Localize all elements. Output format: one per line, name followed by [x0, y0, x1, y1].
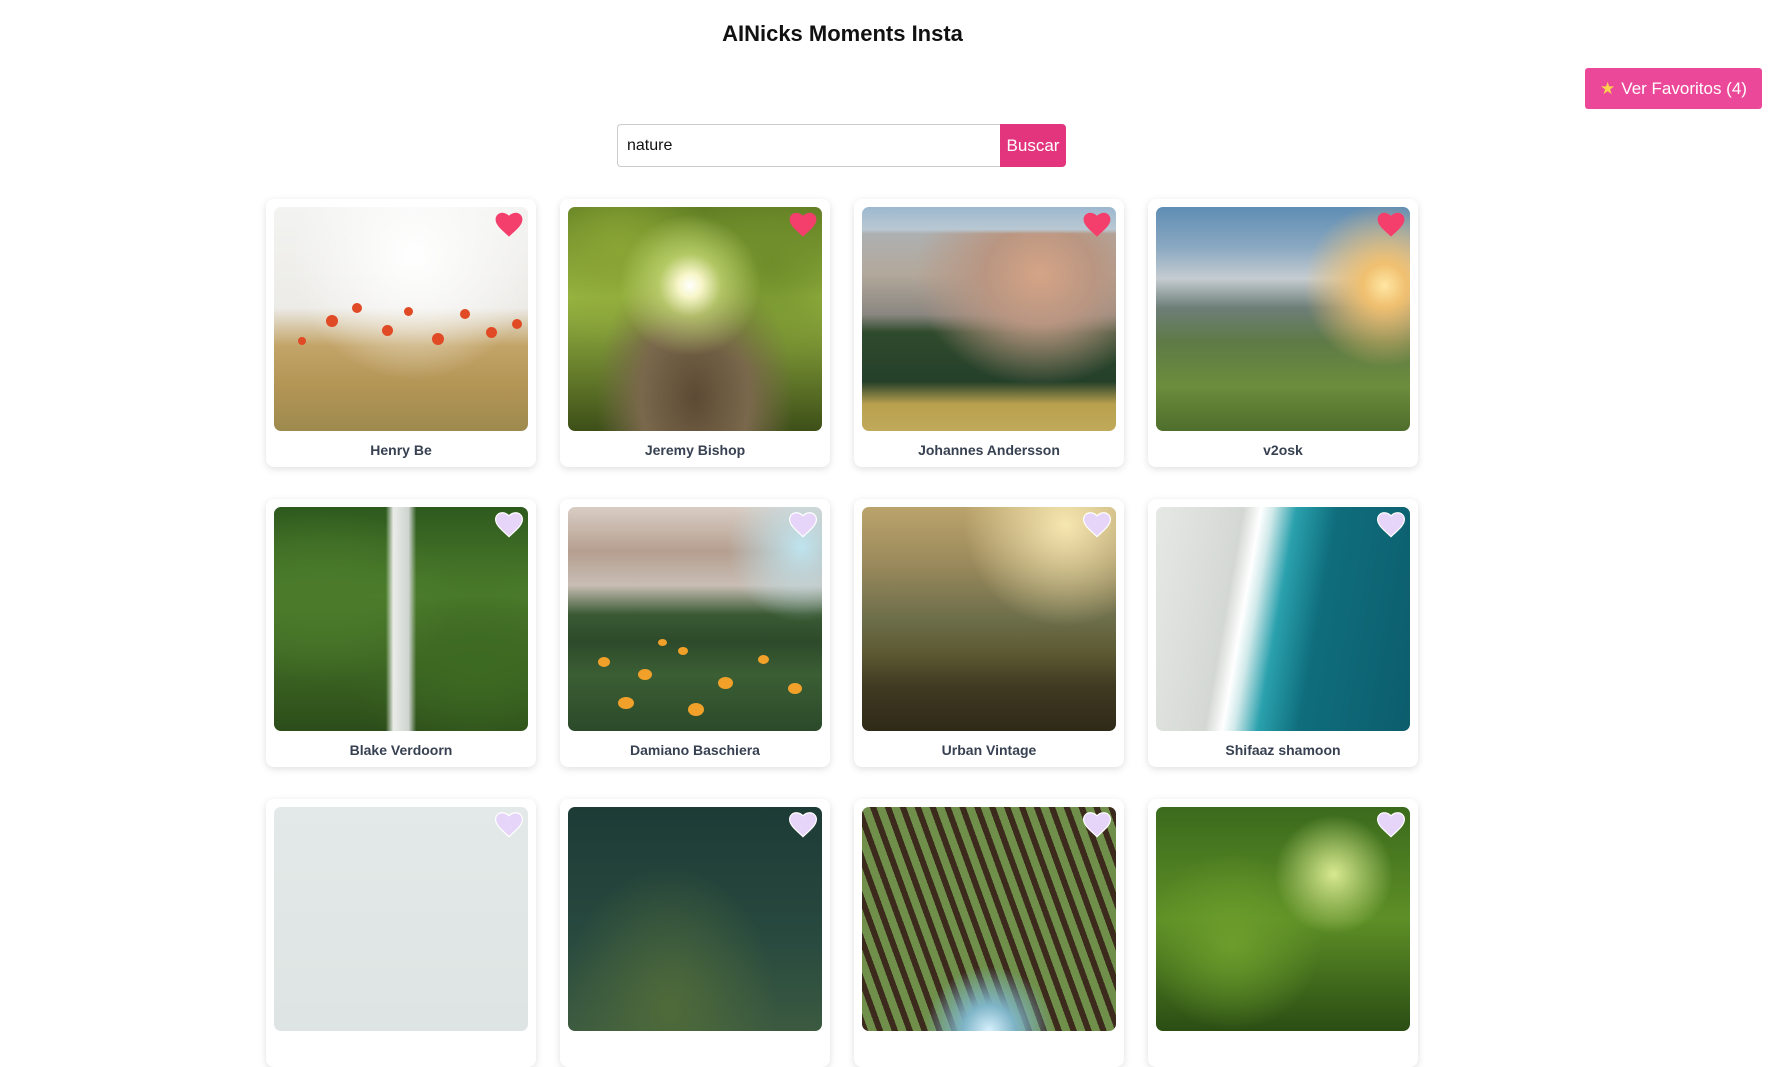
photo-author: Blake Verdoorn — [349, 742, 453, 758]
photo-image[interactable] — [1156, 507, 1410, 731]
photo-card[interactable] — [1148, 799, 1418, 1067]
view-favorites-button[interactable]: ★ Ver Favoritos (4) — [1585, 68, 1762, 109]
photo-author: v2osk — [1263, 442, 1303, 458]
search-input[interactable] — [617, 124, 1000, 167]
heart-icon[interactable] — [789, 812, 817, 838]
heart-icon[interactable] — [495, 512, 523, 538]
heart-icon[interactable] — [495, 812, 523, 838]
heart-icon[interactable] — [1377, 512, 1405, 538]
photo-author: Damiano Baschiera — [630, 742, 760, 758]
photo-card[interactable]: Damiano Baschiera — [560, 499, 830, 767]
heart-icon[interactable] — [789, 212, 817, 238]
photo-image[interactable] — [862, 207, 1116, 431]
photo-image[interactable] — [274, 207, 528, 431]
photo-image[interactable] — [274, 807, 528, 1031]
photo-grid: Henry Be Jeremy Bishop Johannes Andersso… — [266, 199, 1418, 1067]
search-button[interactable]: Buscar — [1000, 124, 1066, 167]
photo-card[interactable]: Urban Vintage — [854, 499, 1124, 767]
photo-author: Shifaaz shamoon — [1225, 742, 1341, 758]
view-favorites-label: Ver Favoritos (4) — [1621, 78, 1747, 98]
photo-card[interactable]: Henry Be — [266, 199, 536, 467]
heart-icon[interactable] — [789, 512, 817, 538]
heart-icon[interactable] — [1083, 212, 1111, 238]
photo-image[interactable] — [274, 507, 528, 731]
photo-card[interactable]: Blake Verdoorn — [266, 499, 536, 767]
photo-image[interactable] — [862, 507, 1116, 731]
search-form: Buscar — [617, 124, 1066, 167]
photo-card[interactable]: Shifaaz shamoon — [1148, 499, 1418, 767]
photo-card[interactable]: Jeremy Bishop — [560, 199, 830, 467]
heart-icon[interactable] — [1083, 512, 1111, 538]
photo-image[interactable] — [568, 507, 822, 731]
photo-card[interactable] — [560, 799, 830, 1067]
photo-card[interactable] — [266, 799, 536, 1067]
photo-author: Urban Vintage — [941, 742, 1037, 758]
page-title: AINicks Moments Insta — [722, 21, 963, 46]
photo-image[interactable] — [568, 207, 822, 431]
heart-icon[interactable] — [495, 212, 523, 238]
heart-icon[interactable] — [1377, 212, 1405, 238]
photo-author: Johannes Andersson — [918, 442, 1060, 458]
heart-icon[interactable] — [1377, 812, 1405, 838]
photo-image[interactable] — [568, 807, 822, 1031]
photo-image[interactable] — [1156, 207, 1410, 431]
photo-card[interactable] — [854, 799, 1124, 1067]
photo-author: Henry Be — [370, 442, 432, 458]
star-icon: ★ — [1600, 79, 1616, 98]
photo-image[interactable] — [1156, 807, 1410, 1031]
photo-author: Jeremy Bishop — [644, 442, 746, 458]
heart-icon[interactable] — [1083, 812, 1111, 838]
photo-card[interactable]: Johannes Andersson — [854, 199, 1124, 467]
photo-image[interactable] — [862, 807, 1116, 1031]
photo-card[interactable]: v2osk — [1148, 199, 1418, 467]
